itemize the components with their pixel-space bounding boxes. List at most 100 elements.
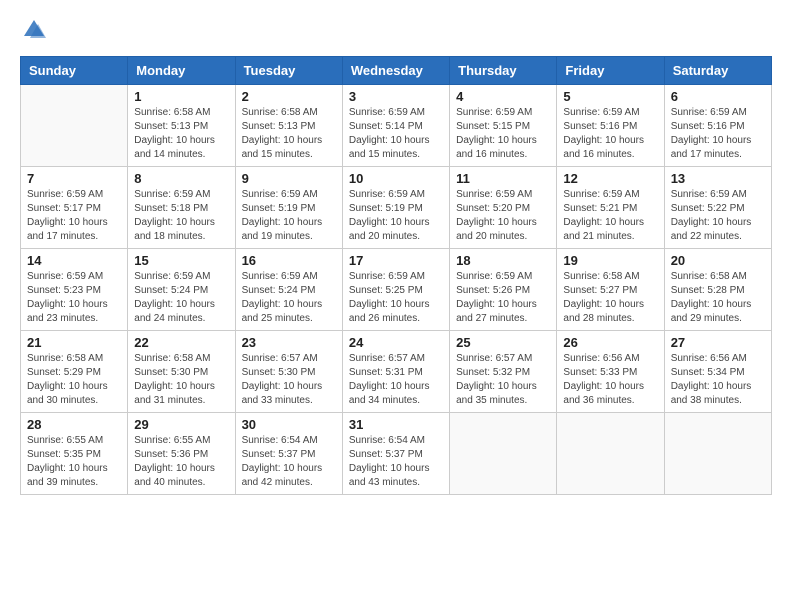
day-number: 17 — [349, 253, 443, 268]
logo-icon — [20, 16, 48, 44]
day-number: 27 — [671, 335, 765, 350]
day-info: Sunrise: 6:59 AM Sunset: 5:24 PM Dayligh… — [242, 270, 336, 326]
day-info: Sunrise: 6:59 AM Sunset: 5:22 PM Dayligh… — [671, 188, 765, 244]
day-info: Sunrise: 6:59 AM Sunset: 5:19 PM Dayligh… — [242, 188, 336, 244]
day-number: 19 — [563, 253, 657, 268]
calendar-week-row: 14 Sunrise: 6:59 AM Sunset: 5:23 PM Dayli… — [21, 249, 772, 331]
calendar-cell: 27Sunrise: 6:56 AM Sunset: 5:34 PM Dayli… — [664, 331, 771, 413]
calendar-cell: 16 Sunrise: 6:59 AM Sunset: 5:24 PM Dayli… — [235, 249, 342, 331]
calendar-cell: 10 Sunrise: 6:59 AM Sunset: 5:19 PM Dayli… — [342, 167, 449, 249]
calendar-cell: 18 Sunrise: 6:59 AM Sunset: 5:26 PM Dayli… — [450, 249, 557, 331]
day-info: Sunrise: 6:59 AM Sunset: 5:26 PM Dayligh… — [456, 270, 550, 326]
page-header — [20, 16, 772, 44]
calendar-cell: 3 Sunrise: 6:59 AM Sunset: 5:14 PM Daylig… — [342, 85, 449, 167]
calendar-week-row: 7 Sunrise: 6:59 AM Sunset: 5:17 PM Daylig… — [21, 167, 772, 249]
day-info: Sunrise: 6:59 AM Sunset: 5:23 PM Dayligh… — [27, 270, 121, 326]
day-info: Sunrise: 6:59 AM Sunset: 5:14 PM Dayligh… — [349, 106, 443, 162]
calendar-cell: 5Sunrise: 6:59 AM Sunset: 5:16 PM Daylig… — [557, 85, 664, 167]
day-number: 26 — [563, 335, 657, 350]
day-info: Sunrise: 6:55 AM Sunset: 5:36 PM Dayligh… — [134, 434, 228, 490]
day-number: 30 — [242, 417, 336, 432]
calendar-cell: 8 Sunrise: 6:59 AM Sunset: 5:18 PM Daylig… — [128, 167, 235, 249]
calendar-cell: 19 Sunrise: 6:58 AM Sunset: 5:27 PM Dayli… — [557, 249, 664, 331]
day-info: Sunrise: 6:57 AM Sunset: 5:30 PM Dayligh… — [242, 352, 336, 408]
day-info: Sunrise: 6:58 AM Sunset: 5:13 PM Dayligh… — [242, 106, 336, 162]
calendar-cell: 30 Sunrise: 6:54 AM Sunset: 5:37 PM Dayli… — [235, 413, 342, 495]
day-info: Sunrise: 6:59 AM Sunset: 5:15 PM Dayligh… — [456, 106, 550, 162]
calendar-day-header: Sunday — [21, 57, 128, 85]
calendar-table: SundayMondayTuesdayWednesdayThursdayFrid… — [20, 56, 772, 495]
calendar-cell — [21, 85, 128, 167]
calendar-cell: 9 Sunrise: 6:59 AM Sunset: 5:19 PM Daylig… — [235, 167, 342, 249]
calendar-cell: 22 Sunrise: 6:58 AM Sunset: 5:30 PM Dayli… — [128, 331, 235, 413]
day-info: Sunrise: 6:59 AM Sunset: 5:16 PM Dayligh… — [671, 106, 765, 162]
calendar-day-header: Friday — [557, 57, 664, 85]
calendar-cell: 14 Sunrise: 6:59 AM Sunset: 5:23 PM Dayli… — [21, 249, 128, 331]
day-number: 15 — [134, 253, 228, 268]
day-info: Sunrise: 6:59 AM Sunset: 5:18 PM Dayligh… — [134, 188, 228, 244]
day-number: 7 — [27, 171, 121, 186]
calendar-cell: 21Sunrise: 6:58 AM Sunset: 5:29 PM Dayli… — [21, 331, 128, 413]
day-info: Sunrise: 6:58 AM Sunset: 5:13 PM Dayligh… — [134, 106, 228, 162]
day-info: Sunrise: 6:54 AM Sunset: 5:37 PM Dayligh… — [349, 434, 443, 490]
calendar-cell: 1 Sunrise: 6:58 AM Sunset: 5:13 PM Daylig… — [128, 85, 235, 167]
calendar-cell: 7 Sunrise: 6:59 AM Sunset: 5:17 PM Daylig… — [21, 167, 128, 249]
calendar-cell: 15Sunrise: 6:59 AM Sunset: 5:24 PM Dayli… — [128, 249, 235, 331]
calendar-week-row: 28 Sunrise: 6:55 AM Sunset: 5:35 PM Dayli… — [21, 413, 772, 495]
day-info: Sunrise: 6:55 AM Sunset: 5:35 PM Dayligh… — [27, 434, 121, 490]
day-number: 14 — [27, 253, 121, 268]
calendar-cell: 29 Sunrise: 6:55 AM Sunset: 5:36 PM Dayli… — [128, 413, 235, 495]
day-info: Sunrise: 6:58 AM Sunset: 5:29 PM Dayligh… — [27, 352, 121, 408]
day-info: Sunrise: 6:59 AM Sunset: 5:25 PM Dayligh… — [349, 270, 443, 326]
day-number: 31 — [349, 417, 443, 432]
calendar-header-row: SundayMondayTuesdayWednesdayThursdayFrid… — [21, 57, 772, 85]
day-number: 18 — [456, 253, 550, 268]
calendar-cell: 31 Sunrise: 6:54 AM Sunset: 5:37 PM Dayli… — [342, 413, 449, 495]
calendar-cell: 26 Sunrise: 6:56 AM Sunset: 5:33 PM Dayli… — [557, 331, 664, 413]
calendar-cell: 4 Sunrise: 6:59 AM Sunset: 5:15 PM Daylig… — [450, 85, 557, 167]
calendar-cell: 11Sunrise: 6:59 AM Sunset: 5:20 PM Dayli… — [450, 167, 557, 249]
day-number: 3 — [349, 89, 443, 104]
day-number: 29 — [134, 417, 228, 432]
calendar-cell: 24 Sunrise: 6:57 AM Sunset: 5:31 PM Dayli… — [342, 331, 449, 413]
calendar-cell: 2 Sunrise: 6:58 AM Sunset: 5:13 PM Daylig… — [235, 85, 342, 167]
day-info: Sunrise: 6:56 AM Sunset: 5:33 PM Dayligh… — [563, 352, 657, 408]
day-number: 9 — [242, 171, 336, 186]
day-info: Sunrise: 6:59 AM Sunset: 5:19 PM Dayligh… — [349, 188, 443, 244]
calendar-cell: 23 Sunrise: 6:57 AM Sunset: 5:30 PM Dayli… — [235, 331, 342, 413]
day-number: 28 — [27, 417, 121, 432]
logo — [20, 16, 50, 44]
calendar-week-row: 1 Sunrise: 6:58 AM Sunset: 5:13 PM Daylig… — [21, 85, 772, 167]
day-number: 4 — [456, 89, 550, 104]
calendar-day-header: Monday — [128, 57, 235, 85]
calendar-cell: 12Sunrise: 6:59 AM Sunset: 5:21 PM Dayli… — [557, 167, 664, 249]
day-number: 23 — [242, 335, 336, 350]
day-info: Sunrise: 6:54 AM Sunset: 5:37 PM Dayligh… — [242, 434, 336, 490]
day-info: Sunrise: 6:58 AM Sunset: 5:30 PM Dayligh… — [134, 352, 228, 408]
day-number: 25 — [456, 335, 550, 350]
day-info: Sunrise: 6:57 AM Sunset: 5:31 PM Dayligh… — [349, 352, 443, 408]
day-info: Sunrise: 6:58 AM Sunset: 5:28 PM Dayligh… — [671, 270, 765, 326]
day-number: 6 — [671, 89, 765, 104]
calendar-cell: 17 Sunrise: 6:59 AM Sunset: 5:25 PM Dayli… — [342, 249, 449, 331]
day-info: Sunrise: 6:59 AM Sunset: 5:17 PM Dayligh… — [27, 188, 121, 244]
day-number: 20 — [671, 253, 765, 268]
day-number: 8 — [134, 171, 228, 186]
day-number: 2 — [242, 89, 336, 104]
calendar-cell: 20 Sunrise: 6:58 AM Sunset: 5:28 PM Dayli… — [664, 249, 771, 331]
calendar-day-header: Tuesday — [235, 57, 342, 85]
day-number: 22 — [134, 335, 228, 350]
calendar-cell — [557, 413, 664, 495]
calendar-day-header: Wednesday — [342, 57, 449, 85]
day-info: Sunrise: 6:58 AM Sunset: 5:27 PM Dayligh… — [563, 270, 657, 326]
day-number: 13 — [671, 171, 765, 186]
day-number: 1 — [134, 89, 228, 104]
day-number: 24 — [349, 335, 443, 350]
calendar-week-row: 21Sunrise: 6:58 AM Sunset: 5:29 PM Dayli… — [21, 331, 772, 413]
day-number: 16 — [242, 253, 336, 268]
calendar-day-header: Thursday — [450, 57, 557, 85]
calendar-day-header: Saturday — [664, 57, 771, 85]
calendar-cell — [450, 413, 557, 495]
calendar-cell: 13 Sunrise: 6:59 AM Sunset: 5:22 PM Dayli… — [664, 167, 771, 249]
day-number: 10 — [349, 171, 443, 186]
